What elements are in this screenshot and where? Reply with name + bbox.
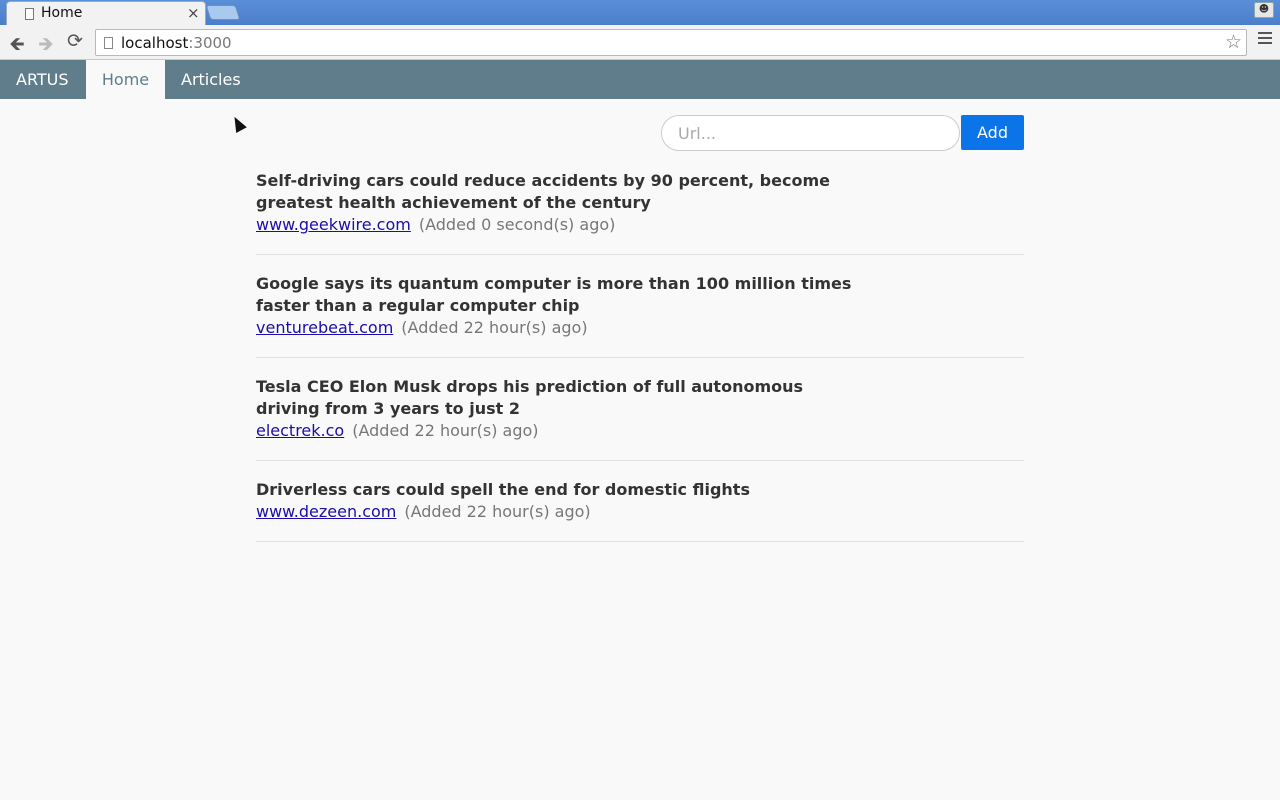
bookmark-star-icon[interactable]: ☆: [1225, 31, 1242, 53]
article-meta: venturebeat.com (Added 22 hour(s) ago): [256, 317, 1024, 339]
article-added-time: (Added 22 hour(s) ago): [352, 421, 539, 440]
article-added-time: (Added 22 hour(s) ago): [401, 318, 588, 337]
article-title[interactable]: Driverless cars could spell the end for …: [256, 479, 866, 501]
browser-tab[interactable]: Home ×: [6, 1, 206, 25]
address-bar[interactable]: localhost:3000 ☆: [95, 29, 1247, 56]
browser-tab-strip: Home × ☻: [0, 0, 1280, 25]
page-icon: [104, 37, 113, 49]
page-icon: [25, 8, 34, 20]
list-item: Driverless cars could spell the end for …: [256, 479, 1024, 542]
article-title[interactable]: Tesla CEO Elon Musk drops his prediction…: [256, 376, 866, 420]
reload-icon[interactable]: ⟳: [64, 30, 86, 52]
article-source-link[interactable]: electrek.co: [256, 421, 344, 440]
url-input[interactable]: [661, 115, 960, 151]
article-source-link[interactable]: www.dezeen.com: [256, 502, 396, 521]
nav-item-articles[interactable]: Articles: [181, 60, 241, 99]
tab-title: Home: [41, 5, 83, 21]
article-added-time: (Added 0 second(s) ago): [418, 215, 616, 234]
close-tab-icon[interactable]: ×: [187, 4, 200, 22]
back-arrow-icon[interactable]: 🡸: [6, 30, 28, 62]
nav-item-home[interactable]: Home: [86, 60, 165, 99]
article-title[interactable]: Google says its quantum computer is more…: [256, 273, 866, 317]
list-item: Self-driving cars could reduce accidents…: [256, 170, 1024, 255]
article-meta: www.dezeen.com (Added 22 hour(s) ago): [256, 501, 1024, 523]
forward-arrow-icon[interactable]: 🡺: [35, 30, 57, 62]
new-tab-button[interactable]: [205, 5, 241, 20]
brand-link[interactable]: ARTUS: [16, 60, 69, 99]
profile-icon[interactable]: ☻: [1254, 2, 1274, 18]
article-title[interactable]: Self-driving cars could reduce accidents…: [256, 170, 866, 214]
article-meta: www.geekwire.com (Added 0 second(s) ago): [256, 214, 1024, 236]
article-source-link[interactable]: venturebeat.com: [256, 318, 393, 337]
add-button[interactable]: Add: [961, 115, 1024, 150]
list-item: Google says its quantum computer is more…: [256, 273, 1024, 358]
article-list: Self-driving cars could reduce accidents…: [256, 170, 1024, 560]
article-added-time: (Added 22 hour(s) ago): [404, 502, 591, 521]
hamburger-menu-icon[interactable]: [1258, 32, 1272, 47]
url-host: localhost: [121, 34, 189, 52]
list-item: Tesla CEO Elon Musk drops his prediction…: [256, 376, 1024, 461]
article-meta: electrek.co (Added 22 hour(s) ago): [256, 420, 1024, 442]
app-navbar: ARTUS Home Articles: [0, 60, 1280, 99]
article-source-link[interactable]: www.geekwire.com: [256, 215, 411, 234]
mouse-cursor: [229, 114, 247, 133]
browser-toolbar: 🡸 🡺 ⟳ localhost:3000 ☆: [0, 25, 1280, 60]
url-text: localhost:3000: [121, 34, 232, 52]
url-port: :3000: [188, 34, 232, 52]
